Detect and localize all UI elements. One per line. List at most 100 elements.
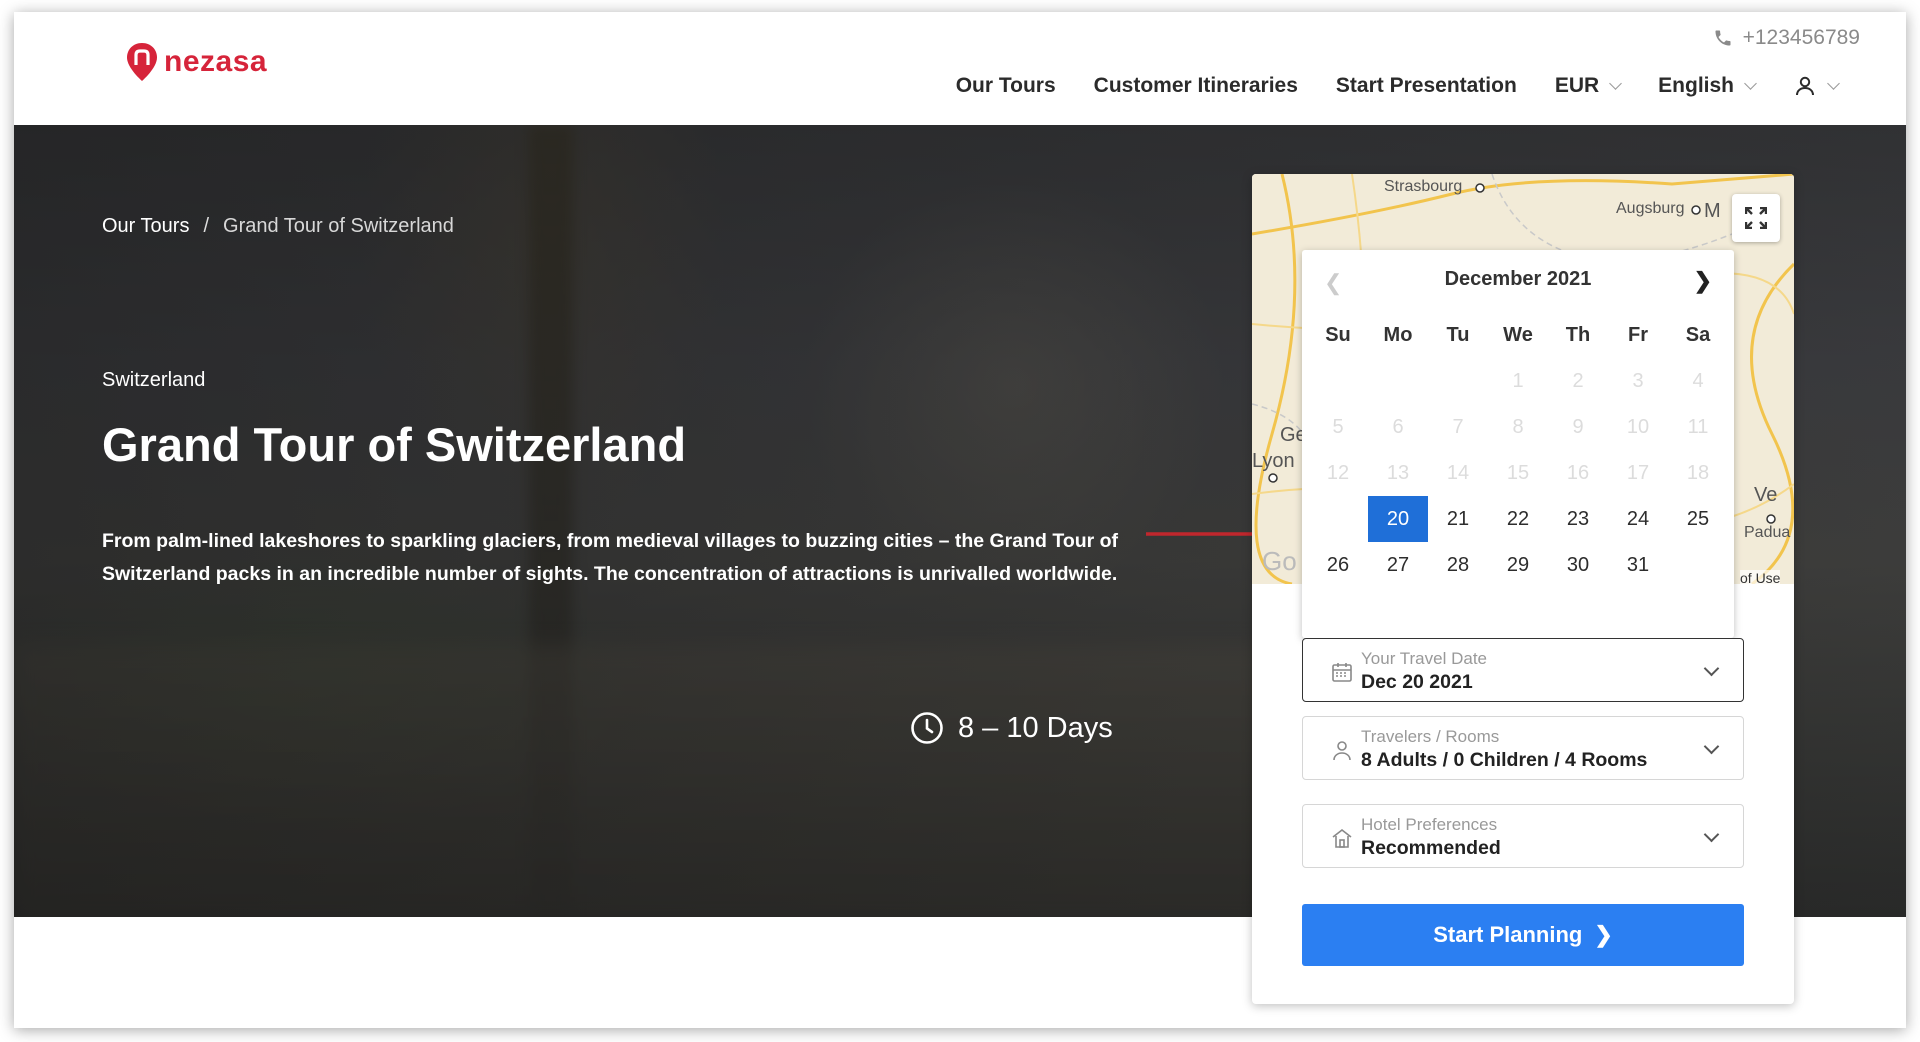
- calendar-day: 11: [1687, 415, 1709, 438]
- phone-number[interactable]: +123456789: [1713, 26, 1860, 50]
- browser-frame: nezasa +123456789 Our Tours Customer Iti…: [14, 12, 1906, 1028]
- travelers-rooms-value: 8 Adults / 0 Children / 4 Rooms: [1361, 749, 1648, 771]
- calendar-day: 16: [1566, 461, 1590, 484]
- next-month-icon[interactable]: ❯: [1694, 268, 1712, 294]
- language-dropdown[interactable]: English: [1658, 74, 1757, 98]
- chevron-down-icon: [1609, 77, 1623, 90]
- nav-our-tours-label: Our Tours: [955, 74, 1056, 97]
- calendar-day: 14: [1446, 461, 1470, 484]
- map-label-google: Go: [1262, 546, 1297, 576]
- language-label: English: [1658, 74, 1734, 97]
- calendar-day: 5: [1332, 415, 1344, 438]
- travelers-rooms-label: Travelers / Rooms: [1361, 727, 1500, 746]
- breadcrumb: Our Tours / Grand Tour of Switzerland: [102, 215, 454, 238]
- user-menu[interactable]: [1793, 74, 1840, 98]
- weekday-header: We: [1503, 323, 1533, 346]
- map-label-padua: Padua: [1744, 524, 1791, 541]
- chevron-down-icon: [1703, 826, 1720, 843]
- calendar-day[interactable]: 25: [1668, 496, 1728, 542]
- calendar-day[interactable]: 28: [1428, 542, 1488, 588]
- chevron-down-icon: [1744, 77, 1757, 90]
- nav-start-presentation[interactable]: Start Presentation: [1336, 74, 1517, 98]
- user-icon: [1796, 76, 1814, 96]
- weekday-header: Tu: [1446, 323, 1470, 346]
- calendar-day: 1: [1512, 369, 1524, 392]
- map-label-lyon: Lyon: [1252, 450, 1295, 472]
- nav-customer-itineraries-label: Customer Itineraries: [1093, 74, 1298, 97]
- breadcrumb-separator: /: [203, 215, 210, 237]
- travelers-rooms-field[interactable]: Travelers / Rooms 8 Adults / 0 Children …: [1302, 716, 1744, 780]
- tour-country: Switzerland: [102, 369, 206, 391]
- calendar-day: 12: [1326, 461, 1350, 484]
- calendar-day: 13: [1386, 461, 1410, 484]
- fullscreen-icon: [1745, 207, 1767, 229]
- home-icon: [1332, 828, 1352, 848]
- date-picker: ❮ December 2021 ❯ Su Mo Tu We Th Fr Sa 1 2 3 4 5 6 7 8…: [1302, 250, 1734, 638]
- calendar-day: 6: [1392, 415, 1404, 438]
- calendar-day[interactable]: 21: [1428, 496, 1488, 542]
- booking-panel: Strasbourg Augsburg M h Ge Lyon Ve Padua…: [1252, 174, 1794, 1004]
- calendar-day: 9: [1572, 415, 1584, 438]
- hotel-preferences-label: Hotel Preferences: [1361, 815, 1498, 834]
- phone-text: +123456789: [1742, 26, 1860, 49]
- calendar-icon: [1332, 663, 1352, 682]
- page-title: Grand Tour of Switzerland: [102, 418, 687, 471]
- calendar-day[interactable]: 31: [1608, 542, 1668, 588]
- calendar-day: [1428, 358, 1488, 404]
- chevron-right-icon: ❯: [1594, 922, 1613, 947]
- hotel-preferences-value: Recommended: [1361, 837, 1501, 859]
- tour-description: From palm-lined lakeshores to sparkling …: [102, 530, 1119, 585]
- map-fullscreen-button[interactable]: [1732, 194, 1780, 242]
- main-nav: Our Tours Customer Itineraries Start Pre…: [956, 74, 1840, 98]
- calendar-day: 17: [1626, 461, 1650, 484]
- calendar-day: [1668, 542, 1728, 588]
- nav-our-tours[interactable]: Our Tours: [956, 74, 1056, 98]
- calendar-day[interactable]: 22: [1488, 496, 1548, 542]
- breadcrumb-our-tours[interactable]: Our Tours: [102, 215, 189, 238]
- tour-duration: 8 – 10 Days: [910, 711, 1113, 745]
- travel-date-value: Dec 20 2021: [1361, 671, 1473, 693]
- calendar-day[interactable]: 29: [1488, 542, 1548, 588]
- calendar-day[interactable]: 30: [1548, 542, 1608, 588]
- weekday-header: Fr: [1628, 323, 1648, 346]
- calendar-day-selected[interactable]: 20: [1368, 496, 1428, 542]
- hotel-preferences-field[interactable]: Hotel Preferences Recommended: [1302, 804, 1744, 868]
- logo-text: nezasa: [164, 45, 268, 78]
- calendar-day[interactable]: 26: [1308, 542, 1368, 588]
- calendar-day[interactable]: 23: [1548, 496, 1608, 542]
- map-label-ve: Ve: [1754, 484, 1778, 506]
- calendar-day: [1308, 358, 1368, 404]
- map-label-augsburg: Augsburg: [1616, 200, 1685, 217]
- weekday-header: Th: [1565, 323, 1591, 346]
- logo[interactable]: nezasa: [126, 42, 267, 82]
- logo-pin-icon: [126, 42, 158, 82]
- calendar-day: 15: [1506, 461, 1530, 484]
- tour-duration-text: 8 – 10 Days: [958, 711, 1113, 744]
- travel-date-field[interactable]: Your Travel Date Dec 20 2021: [1302, 638, 1744, 702]
- map-terms-link[interactable]: of Use: [1740, 570, 1781, 584]
- chevron-down-icon: [1703, 738, 1720, 755]
- map-label-strasbourg: Strasbourg: [1384, 178, 1463, 195]
- calendar-day[interactable]: 24: [1608, 496, 1668, 542]
- clock-icon: [911, 712, 943, 744]
- currency-dropdown[interactable]: EUR: [1554, 74, 1623, 98]
- nav-customer-itineraries[interactable]: Customer Itineraries: [1094, 74, 1298, 98]
- calendar-day[interactable]: 27: [1368, 542, 1428, 588]
- calendar-day: 18: [1686, 461, 1710, 484]
- weekday-header: Su: [1325, 323, 1351, 346]
- calendar-grid: Su Mo Tu We Th Fr Sa 1 2 3 4 5 6 7 8 9 10 11 12 13 14 15 16 17 1…: [1308, 312, 1728, 588]
- nav-start-presentation-label: Start Presentation: [1335, 74, 1517, 97]
- site-header: nezasa +123456789 Our Tours Customer Iti…: [14, 12, 1906, 125]
- calendar-day: 7: [1452, 415, 1464, 438]
- chevron-down-icon: [1703, 660, 1720, 677]
- weekday-header: Sa: [1685, 323, 1711, 346]
- calendar-day: 10: [1626, 415, 1650, 438]
- calendar-day: 2: [1572, 369, 1584, 392]
- travel-date-label: Your Travel Date: [1361, 649, 1487, 668]
- breadcrumb-current: Grand Tour of Switzerland: [223, 215, 454, 237]
- start-planning-button[interactable]: Start Planning ❯: [1302, 904, 1744, 966]
- chevron-down-icon: [1827, 77, 1840, 90]
- currency-label: EUR: [1554, 74, 1600, 97]
- start-planning-label: Start Planning: [1433, 922, 1583, 947]
- person-icon: [1333, 741, 1351, 761]
